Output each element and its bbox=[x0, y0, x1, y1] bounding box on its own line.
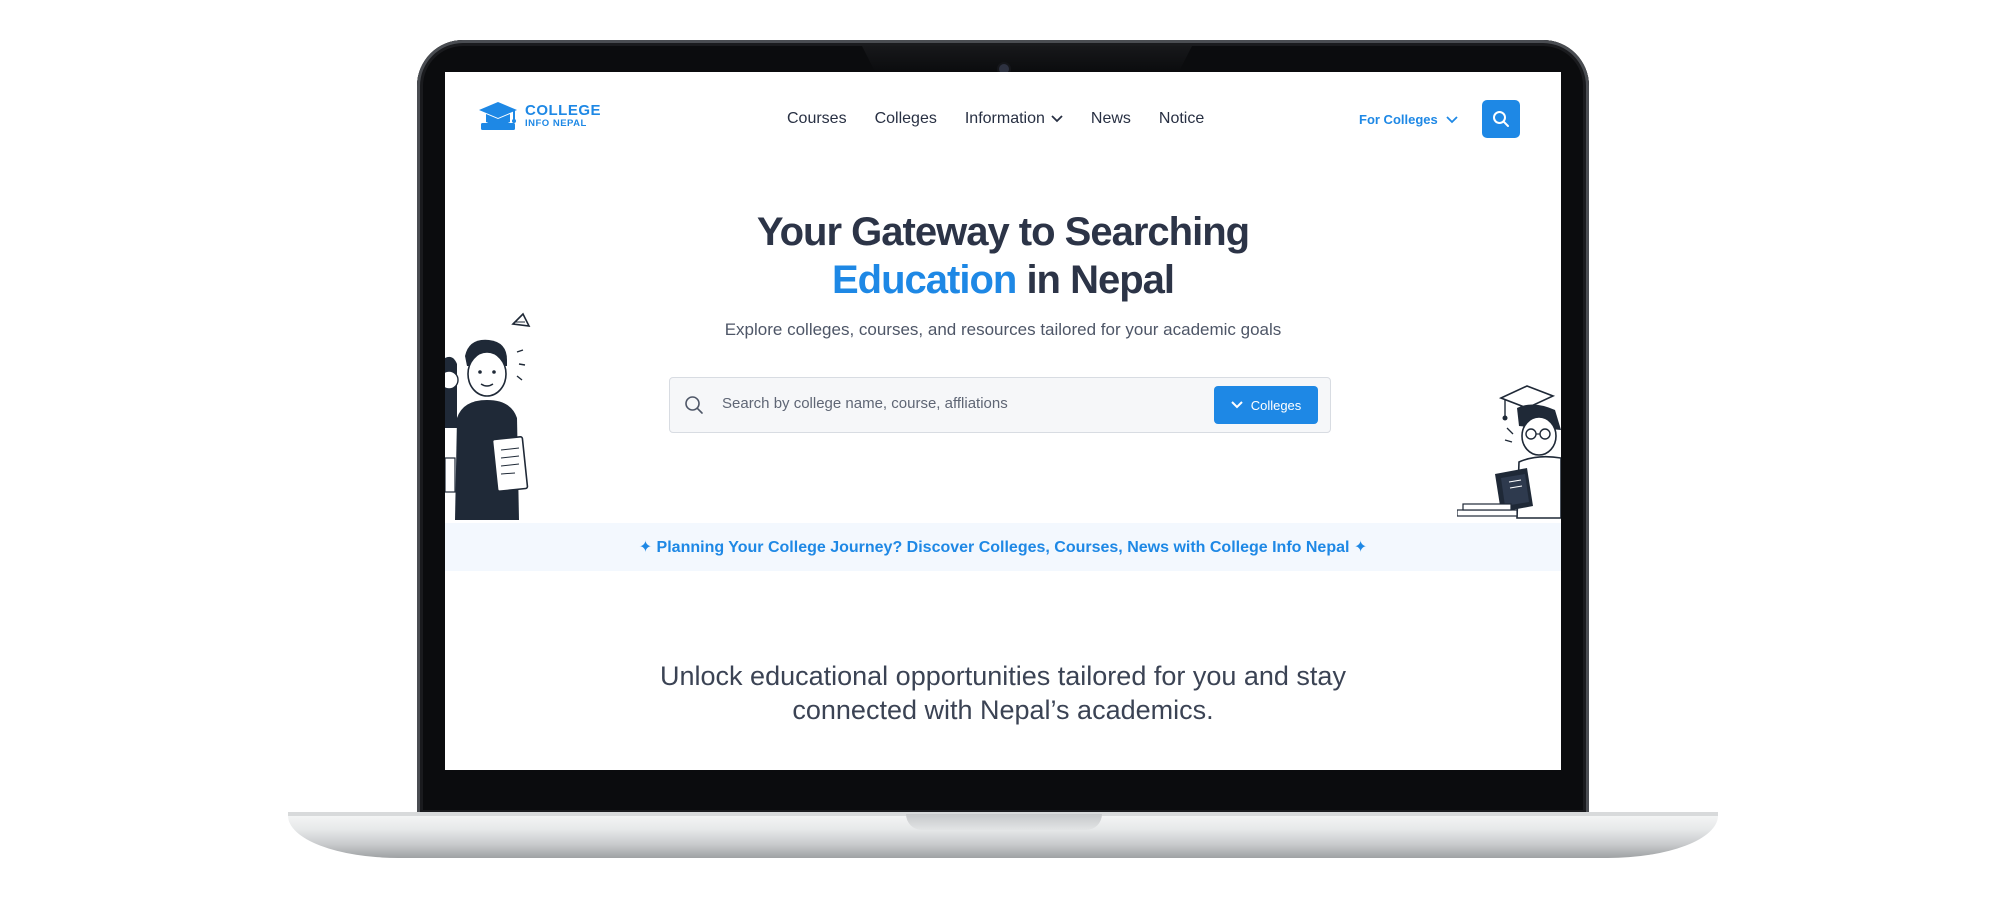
hero-subtitle: Explore colleges, courses, and resources… bbox=[724, 320, 1282, 339]
student-illustration-left bbox=[445, 312, 531, 520]
chevron-down-icon bbox=[1446, 115, 1458, 123]
laptop-notch bbox=[906, 814, 1102, 830]
main-nav: Courses Colleges Information News Notice bbox=[787, 110, 1204, 128]
tagline: Unlock educational opportunities tailore… bbox=[445, 659, 1561, 727]
logo-line1: COLLEGE bbox=[525, 102, 602, 120]
nav-information[interactable]: Information bbox=[965, 110, 1063, 128]
student-illustration-right bbox=[1457, 385, 1561, 519]
nav-notice-label: Notice bbox=[1158, 110, 1205, 127]
promo-banner: ✦ Planning Your College Journey? Discove… bbox=[445, 523, 1561, 571]
site-logo[interactable]: COLLEGE INFO NEPAL bbox=[477, 100, 601, 132]
hero-title: Your Gateway to Searching Education in N… bbox=[445, 208, 1561, 304]
nav-news-label: News bbox=[1090, 110, 1131, 127]
promo-banner-text: ✦ Planning Your College Journey? Discove… bbox=[638, 539, 1368, 556]
search-filter-dropdown[interactable]: Colleges bbox=[1214, 386, 1318, 424]
nav-news[interactable]: News bbox=[1091, 110, 1131, 128]
nav-information-label: Information bbox=[964, 110, 1045, 127]
for-colleges-label: For Colleges bbox=[1359, 112, 1438, 127]
nav-colleges[interactable]: Colleges bbox=[875, 110, 937, 128]
site-header: COLLEGE INFO NEPAL Courses Colleges Info… bbox=[445, 72, 1561, 164]
tagline-line2: connected with Nepal’s academics. bbox=[792, 695, 1214, 725]
search-icon bbox=[684, 395, 704, 420]
hero-title-part2: in Nepal bbox=[1026, 258, 1175, 302]
hero-title-accent: Education bbox=[831, 258, 1017, 302]
search-icon bbox=[1493, 111, 1509, 127]
for-colleges-dropdown[interactable]: For Colleges bbox=[1359, 112, 1458, 127]
nav-courses[interactable]: Courses bbox=[787, 110, 847, 128]
logo-line2: INFO NEPAL bbox=[525, 118, 587, 130]
tagline-line1: Unlock educational opportunities tailore… bbox=[660, 661, 1346, 691]
logo-text: COLLEGE INFO NEPAL bbox=[525, 103, 601, 129]
header-search-button[interactable] bbox=[1482, 100, 1520, 138]
chevron-down-icon bbox=[1051, 115, 1063, 123]
nav-courses-label: Courses bbox=[787, 110, 847, 127]
bezel-highlight bbox=[862, 46, 1192, 72]
search-bar: Search by college name, course, affliati… bbox=[669, 377, 1331, 433]
screen: COLLEGE INFO NEPAL Courses Colleges Info… bbox=[445, 72, 1561, 770]
nav-notice[interactable]: Notice bbox=[1159, 110, 1204, 128]
search-filter-label: Colleges bbox=[1250, 397, 1302, 413]
search-input[interactable]: Search by college name, course, affliati… bbox=[722, 395, 1008, 412]
chevron-down-icon bbox=[1230, 401, 1243, 409]
hero-title-part1: Your Gateway to Searching bbox=[756, 210, 1250, 254]
nav-colleges-label: Colleges bbox=[874, 110, 937, 127]
graduation-cap-icon bbox=[479, 102, 517, 130]
